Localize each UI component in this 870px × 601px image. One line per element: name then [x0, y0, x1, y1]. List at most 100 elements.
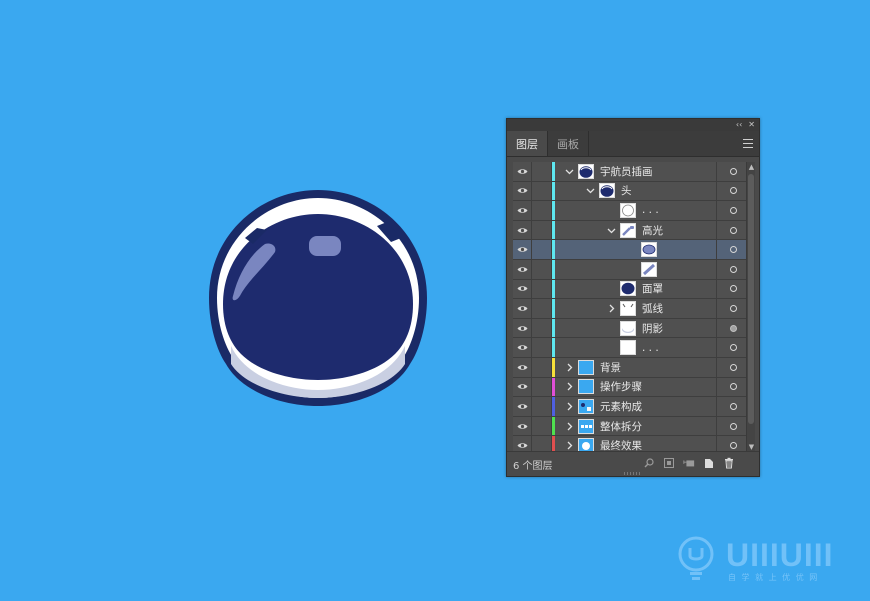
- target-column[interactable]: [716, 299, 750, 318]
- chevron-right-icon[interactable]: [563, 420, 575, 432]
- target-column[interactable]: [716, 377, 750, 397]
- lock-toggle[interactable]: [532, 397, 552, 416]
- lock-toggle[interactable]: [532, 299, 552, 318]
- layer-row[interactable]: . . .: [513, 201, 750, 221]
- target-circle-icon[interactable]: [730, 285, 737, 293]
- lock-toggle[interactable]: [532, 318, 552, 338]
- target-circle-icon[interactable]: [730, 304, 737, 312]
- target-column[interactable]: [716, 201, 750, 220]
- scroll-thumb[interactable]: [748, 174, 754, 424]
- chevron-right-icon[interactable]: [563, 400, 575, 412]
- target-column[interactable]: [716, 279, 750, 299]
- layer-row[interactable]: 阴影: [513, 318, 750, 339]
- target-circle-icon[interactable]: [730, 187, 737, 195]
- panel-menu-icon[interactable]: [743, 139, 753, 148]
- layer-name[interactable]: . . .: [642, 204, 659, 216]
- scroll-up-arrow-icon[interactable]: ▲: [747, 162, 756, 172]
- layer-content[interactable]: 元素构成: [555, 397, 716, 416]
- lock-toggle[interactable]: [532, 201, 552, 220]
- layer-content[interactable]: 高光: [555, 221, 716, 240]
- lock-toggle[interactable]: [532, 259, 552, 279]
- layer-name[interactable]: 头: [621, 183, 632, 198]
- visibility-toggle[interactable]: [513, 259, 532, 279]
- layer-content[interactable]: 宇航员插画: [555, 162, 716, 181]
- visibility-toggle[interactable]: [513, 318, 532, 338]
- target-circle-icon[interactable]: [730, 363, 737, 371]
- lock-toggle[interactable]: [532, 279, 552, 299]
- layer-row[interactable]: 高光: [513, 220, 750, 241]
- target-circle-icon[interactable]: [730, 383, 737, 391]
- target-circle-icon[interactable]: [730, 402, 737, 410]
- tab-artboards[interactable]: 画板: [548, 131, 589, 156]
- astronaut-helmet-illustration[interactable]: [205, 186, 431, 408]
- target-circle-icon[interactable]: [730, 422, 737, 430]
- new-layer-icon[interactable]: [703, 457, 715, 469]
- layer-row[interactable]: [513, 240, 750, 260]
- delete-layer-icon[interactable]: [723, 457, 735, 469]
- lock-toggle[interactable]: [532, 436, 552, 452]
- layer-content[interactable]: 阴影: [555, 319, 716, 338]
- layer-name[interactable]: 宇航员插画: [600, 164, 653, 179]
- layers-panel[interactable]: ‹‹ ✕ 图层 画板 宇航员插画头 . . . 高光面罩弧线 阴影 . . . 背景操作步…: [506, 118, 760, 477]
- lock-toggle[interactable]: [532, 162, 552, 181]
- target-column[interactable]: [716, 357, 750, 377]
- visibility-toggle[interactable]: [513, 240, 532, 259]
- layer-row[interactable]: [513, 259, 750, 280]
- locate-object-icon[interactable]: [643, 457, 655, 469]
- layer-content[interactable]: . . .: [555, 201, 716, 220]
- lock-toggle[interactable]: [532, 220, 552, 240]
- layer-content[interactable]: 整体拆分: [555, 417, 716, 436]
- visibility-toggle[interactable]: [513, 416, 532, 436]
- layer-name[interactable]: 整体拆分: [600, 419, 642, 434]
- target-circle-icon[interactable]: [730, 344, 737, 352]
- target-circle-icon[interactable]: [730, 265, 737, 273]
- make-clipping-mask-icon[interactable]: [663, 457, 675, 469]
- target-circle-icon[interactable]: [730, 324, 737, 332]
- layer-content[interactable]: 最终效果: [555, 436, 716, 452]
- target-column[interactable]: [716, 436, 750, 452]
- tab-layers[interactable]: 图层: [507, 131, 548, 156]
- chevron-right-icon[interactable]: [605, 302, 617, 314]
- layer-content[interactable]: 背景: [555, 358, 716, 377]
- visibility-toggle[interactable]: [513, 299, 532, 318]
- layer-name[interactable]: 背景: [600, 360, 621, 375]
- layer-name[interactable]: 高光: [642, 223, 663, 238]
- visibility-toggle[interactable]: [513, 377, 532, 397]
- close-panel-button[interactable]: ✕: [748, 119, 755, 131]
- layer-content[interactable]: 头: [555, 182, 716, 201]
- layer-row[interactable]: 弧线: [513, 299, 750, 319]
- layer-content[interactable]: . . .: [555, 338, 716, 357]
- target-circle-icon[interactable]: [730, 206, 737, 214]
- lock-toggle[interactable]: [532, 181, 552, 201]
- new-sublayer-icon[interactable]: [683, 457, 695, 469]
- visibility-toggle[interactable]: [513, 436, 532, 452]
- target-circle-icon[interactable]: [730, 442, 737, 450]
- layer-row[interactable]: 操作步骤: [513, 377, 750, 398]
- layer-row[interactable]: 宇航员插画: [513, 162, 750, 182]
- layer-content[interactable]: 弧线: [555, 299, 716, 318]
- visibility-toggle[interactable]: [513, 279, 532, 299]
- layer-row[interactable]: 最终效果: [513, 436, 750, 452]
- layer-name[interactable]: 最终效果: [600, 438, 642, 452]
- visibility-toggle[interactable]: [513, 162, 532, 181]
- layer-row[interactable]: 面罩: [513, 279, 750, 300]
- visibility-toggle[interactable]: [513, 201, 532, 220]
- layer-row[interactable]: 元素构成: [513, 397, 750, 417]
- target-column[interactable]: [716, 181, 750, 201]
- lock-toggle[interactable]: [532, 377, 552, 397]
- target-column[interactable]: [716, 416, 750, 436]
- target-column[interactable]: [716, 259, 750, 279]
- layer-name[interactable]: 面罩: [642, 281, 663, 296]
- target-column[interactable]: [716, 240, 750, 259]
- visibility-toggle[interactable]: [513, 181, 532, 201]
- layer-name[interactable]: . . .: [642, 342, 659, 354]
- layer-content[interactable]: 操作步骤: [555, 378, 716, 397]
- lock-toggle[interactable]: [532, 240, 552, 259]
- lock-toggle[interactable]: [532, 416, 552, 436]
- target-column[interactable]: [716, 338, 750, 357]
- lock-toggle[interactable]: [532, 338, 552, 357]
- visibility-toggle[interactable]: [513, 397, 532, 416]
- collapse-panel-button[interactable]: ‹‹: [736, 119, 742, 131]
- layers-scrollbar[interactable]: ▲ ▼: [746, 162, 755, 452]
- lock-toggle[interactable]: [532, 357, 552, 377]
